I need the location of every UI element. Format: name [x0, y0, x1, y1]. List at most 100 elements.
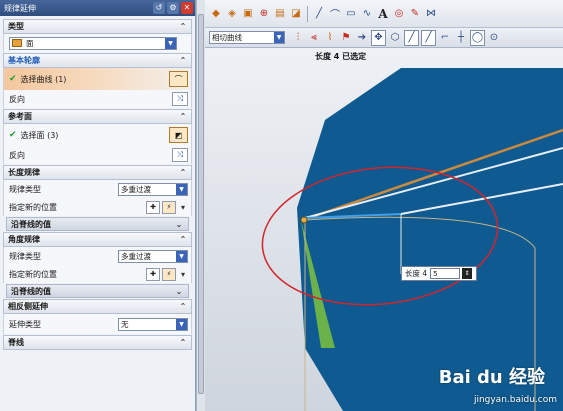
- law-curve-icon[interactable]: ✎: [408, 6, 422, 22]
- reset-icon[interactable]: ↺: [153, 2, 165, 14]
- chevron-down-icon[interactable]: ▼: [274, 32, 284, 43]
- angle-spine-values-label: 沿脊线的值: [11, 286, 51, 296]
- base-reverse-label: 反向: [9, 94, 25, 104]
- chevron-up-icon[interactable]: ⌃: [178, 112, 188, 122]
- chevron-up-icon[interactable]: ⌃: [178, 56, 188, 66]
- spline-icon[interactable]: ∿: [360, 6, 374, 22]
- chevron-down-icon[interactable]: ⌄: [174, 219, 184, 229]
- length-new-pos-row: 指定新的位置 ✚ ⚡ ▾: [3, 198, 192, 216]
- spin-arrows-icon[interactable]: ⇕: [462, 268, 473, 279]
- angle-spine-values[interactable]: 沿脊线的值 ⌄: [6, 284, 189, 298]
- point-inferred-icon[interactable]: ⚡: [162, 267, 176, 281]
- dialog-scrollbar[interactable]: [196, 0, 205, 411]
- end-point-icon[interactable]: ✥: [371, 29, 386, 46]
- datum-icon[interactable]: ▤: [273, 6, 287, 22]
- curve-tools-icon[interactable]: ⋈: [424, 6, 438, 22]
- control-point-icon[interactable]: ⬡: [388, 30, 402, 46]
- point-icon[interactable]: ⊕: [257, 6, 271, 22]
- graphics-window[interactable]: 长度 4 已选定 长度 4 5 ⇕ Bai du 经验 jingyan.baid…: [205, 48, 563, 411]
- baidu-watermark: Bai du 经验: [438, 367, 545, 388]
- length-onscreen-input[interactable]: 长度 4 5 ⇕: [401, 266, 477, 281]
- arc-icon[interactable]: ⌒: [328, 6, 342, 22]
- chevron-up-icon[interactable]: ⌃: [178, 302, 188, 312]
- offset-curve-icon[interactable]: ◎: [392, 6, 406, 22]
- line-snap-icon[interactable]: ╱: [404, 29, 419, 46]
- curve-toolbar: ◆ ◈ ▣ ⊕ ▤ ◪ ╱ ⌒ ▭ ∿ A ◎ ✎ ⋈: [205, 0, 563, 28]
- dialog-titlebar: 规律延伸 ↺ ⚙ ✕: [0, 0, 195, 16]
- length-input-label: 长度 4: [405, 269, 428, 278]
- select-curve-label: 选择曲线 (1): [20, 74, 67, 84]
- section-base-profile-label: 基本轮廓: [8, 56, 40, 65]
- tangent-icon[interactable]: ⌐: [438, 30, 452, 46]
- select-face-icon[interactable]: ◩: [169, 127, 188, 143]
- mid-point-icon[interactable]: ╱: [421, 29, 436, 46]
- section-type[interactable]: 类型 ⌃: [3, 19, 192, 34]
- chevron-up-icon[interactable]: ⌃: [178, 168, 188, 178]
- select-face-label: 选择面 (3): [20, 130, 59, 140]
- point-dialog-icon[interactable]: ✚: [146, 267, 160, 281]
- point-dialog-icon[interactable]: ✚: [146, 200, 160, 214]
- chevron-down-icon[interactable]: ▼: [176, 318, 187, 330]
- reverse-direction-icon[interactable]: ⤨: [172, 92, 188, 106]
- length-input-field[interactable]: 5: [430, 268, 461, 279]
- face-reverse-label: 反向: [9, 150, 25, 160]
- edit-feature-icon[interactable]: ◈: [225, 6, 239, 22]
- sketch-icon[interactable]: ◪: [289, 6, 303, 22]
- section-opposite-extend[interactable]: 相反侧延伸 ⌃: [3, 299, 192, 314]
- text-icon[interactable]: A: [376, 6, 390, 22]
- close-icon[interactable]: ✕: [181, 2, 193, 14]
- section-angle-law-label: 角度规律: [8, 235, 40, 244]
- select-curve-row[interactable]: ✔ 选择曲线 (1) ⌒: [3, 68, 192, 90]
- chevron-up-icon[interactable]: ⌃: [178, 22, 188, 32]
- stop-at-intersection-icon[interactable]: ⫶: [291, 30, 305, 46]
- chevron-down-icon[interactable]: ▾: [178, 202, 188, 212]
- chevron-down-icon[interactable]: ▾: [178, 269, 188, 279]
- section-type-label: 类型: [8, 22, 24, 31]
- select-face-row[interactable]: ✔ 选择面 (3) ◩: [3, 124, 192, 146]
- blue-surface: [297, 68, 563, 411]
- snap-point-icon[interactable]: ⚑: [339, 30, 353, 46]
- base-reverse-row: 反向 ⤨: [3, 90, 192, 108]
- angle-law-type-value: 多重过渡: [121, 251, 151, 261]
- chevron-down-icon[interactable]: ▼: [165, 37, 176, 49]
- chevron-down-icon[interactable]: ▼: [176, 183, 187, 195]
- feature-curve-icon[interactable]: ⌇: [323, 30, 337, 46]
- model-view[interactable]: [205, 48, 563, 411]
- edit-object-icon[interactable]: ◆: [209, 6, 223, 22]
- scrollbar-thumb[interactable]: [198, 14, 204, 394]
- curve-rule-select[interactable]: 相切曲线 ▼: [209, 31, 285, 44]
- law-extension-dialog: 规律延伸 ↺ ⚙ ✕ 类型 ⌃ 面 ▼ 基本轮廓 ⌃ ✔ 选择曲线 (1) ⌒: [0, 0, 196, 411]
- extend-type-value: 无: [121, 319, 129, 329]
- reverse-direction-icon[interactable]: ⤨: [172, 148, 188, 162]
- section-base-profile[interactable]: 基本轮廓 ⌃: [3, 53, 192, 68]
- section-angle-law[interactable]: 角度规律 ⌃: [3, 232, 192, 247]
- angle-law-type-select[interactable]: 多重过渡 ▼: [118, 249, 188, 263]
- section-length-law[interactable]: 长度规律 ⌃: [3, 165, 192, 180]
- chevron-up-icon[interactable]: ⌃: [178, 338, 188, 348]
- section-spine[interactable]: 脊线 ⌃: [3, 335, 192, 350]
- length-new-pos-label: 指定新的位置: [9, 202, 57, 212]
- curve-rule-value: 相切曲线: [212, 33, 242, 42]
- arc-center-icon[interactable]: ◯: [470, 29, 485, 46]
- section-reference-face[interactable]: 参考面 ⌃: [3, 109, 192, 124]
- feature-tools-icon[interactable]: ▣: [241, 6, 255, 22]
- extend-type-label: 延伸类型: [9, 319, 41, 329]
- length-spine-values[interactable]: 沿脊线的值 ⌄: [6, 217, 189, 231]
- chevron-down-icon[interactable]: ▼: [176, 250, 187, 262]
- length-law-type-select[interactable]: 多重过渡 ▼: [118, 182, 188, 196]
- select-curve-icon[interactable]: ⌒: [169, 71, 188, 87]
- intersection-icon[interactable]: ┼: [454, 30, 468, 46]
- arrow-right-icon[interactable]: ➔: [355, 30, 369, 46]
- line-icon[interactable]: ╱: [312, 6, 326, 22]
- chevron-up-icon[interactable]: ⌃: [178, 235, 188, 245]
- follow-fillet-icon[interactable]: ⫷: [307, 30, 321, 46]
- point-inferred-icon[interactable]: ⚡: [162, 200, 176, 214]
- gear-icon[interactable]: ⚙: [167, 2, 179, 14]
- chevron-down-icon[interactable]: ⌄: [174, 286, 184, 296]
- extend-type-select[interactable]: 无 ▼: [118, 317, 188, 331]
- type-select[interactable]: 面 ▼: [9, 36, 177, 50]
- quadrant-icon[interactable]: ⊙: [487, 30, 501, 46]
- face-reverse-row: 反向 ⤨: [3, 146, 192, 164]
- checkmark-icon: ✔: [9, 74, 17, 84]
- rectangle-icon[interactable]: ▭: [344, 6, 358, 22]
